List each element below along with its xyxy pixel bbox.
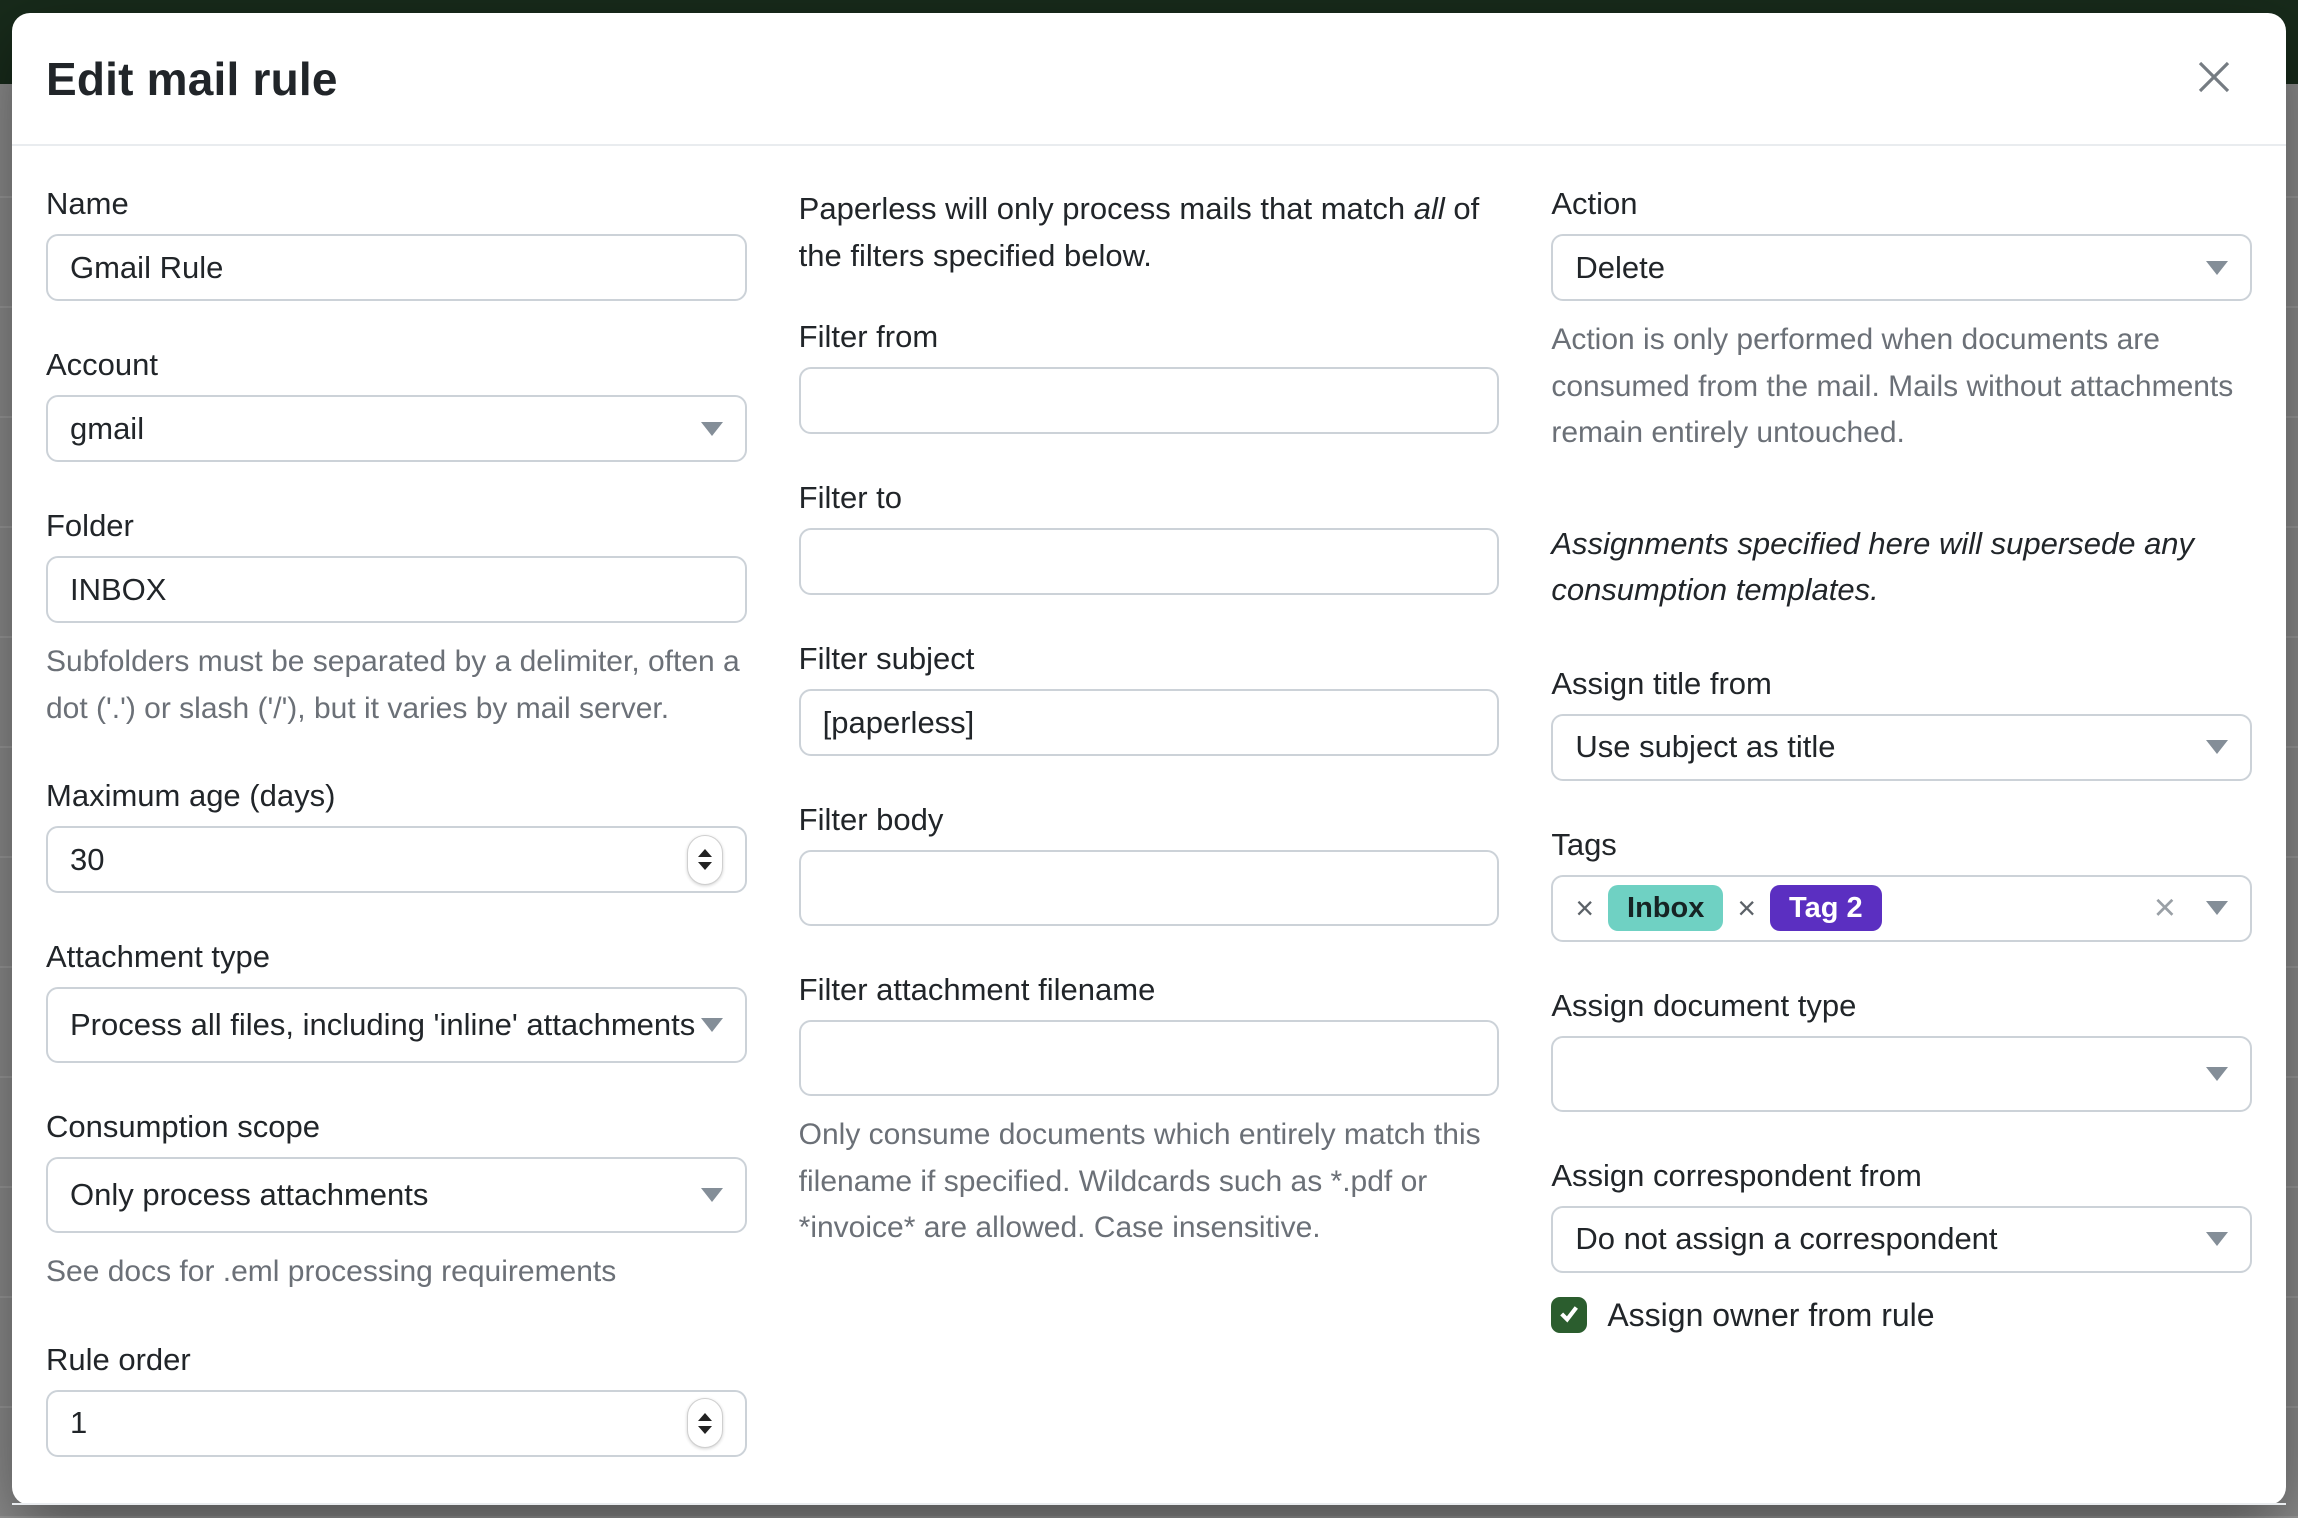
stepper-down-icon [698,862,712,870]
max-age-input[interactable]: 30 [46,826,747,893]
chevron-down-icon [701,1188,723,1202]
chevron-down-icon [2206,261,2228,275]
filter-filename-label: Filter attachment filename [799,972,1500,1008]
tag-chip-inbox: Inbox [1608,885,1723,931]
filter-filename-input[interactable] [799,1020,1500,1096]
filter-body-input[interactable] [799,850,1500,926]
assign-title-value: Use subject as title [1575,729,1835,765]
column-actions: Action Delete Action is only performed w… [1551,186,2252,1503]
filter-from-label: Filter from [799,319,1500,355]
dialog-header: Edit mail rule [12,13,2286,146]
rule-order-value: 1 [70,1405,87,1441]
consumption-scope-value: Only process attachments [70,1177,428,1213]
checkmark-icon [1558,1302,1580,1329]
dialog-title: Edit mail rule [46,52,338,106]
filter-from-input[interactable] [799,367,1500,434]
attachment-type-select[interactable]: Process all files, including 'inline' at… [46,987,747,1063]
filter-to-label: Filter to [799,480,1500,516]
column-general: Name Gmail Rule Account gmail Folder I [46,186,747,1503]
chevron-down-icon [2206,901,2228,915]
chevron-down-icon [2206,740,2228,754]
column-filters: Paperless will only process mails that m… [799,186,1500,1503]
tag-remove-icon[interactable]: × [1575,892,1594,924]
consumption-scope-label: Consumption scope [46,1109,747,1145]
name-value: Gmail Rule [70,250,223,286]
assign-doc-type-select[interactable] [1551,1036,2252,1112]
assign-correspondent-value: Do not assign a correspondent [1575,1221,1997,1257]
clear-all-icon[interactable]: × [2154,889,2176,927]
assign-correspondent-select[interactable]: Do not assign a correspondent [1551,1206,2252,1273]
max-age-value: 30 [70,842,104,878]
filter-subject-label: Filter subject [799,641,1500,677]
tags-label: Tags [1551,827,2252,863]
filter-filename-help: Only consume documents which entirely ma… [799,1112,1500,1252]
assign-doc-type-label: Assign document type [1551,988,2252,1024]
action-help: Action is only performed when documents … [1551,317,2252,457]
number-stepper[interactable] [687,1398,723,1448]
action-value: Delete [1575,250,1665,286]
filter-body-label: Filter body [799,802,1500,838]
dialog-body: Name Gmail Rule Account gmail Folder I [12,146,2286,1503]
assign-owner-label: Assign owner from rule [1607,1297,1934,1334]
tag-remove-icon[interactable]: × [1737,892,1756,924]
assign-correspondent-label: Assign correspondent from [1551,1158,2252,1194]
action-label: Action [1551,186,2252,222]
tags-multiselect[interactable]: × Inbox × Tag 2 × [1551,875,2252,942]
account-select[interactable]: gmail [46,395,747,462]
dialog-footer: Cancel Save [12,1503,2286,1518]
account-value: gmail [70,411,144,447]
consumption-scope-select[interactable]: Only process attachments [46,1157,747,1233]
chevron-down-icon [701,1018,723,1032]
filter-to-input[interactable] [799,528,1500,595]
stepper-up-icon [698,1413,712,1421]
close-icon [2194,57,2234,100]
folder-label: Folder [46,508,747,544]
edit-mail-rule-dialog: Edit mail rule Name Gmail Rule Account [12,13,2286,1505]
page-backdrop: Edit mail rule Name Gmail Rule Account [0,0,2298,1518]
chevron-down-icon [2206,1232,2228,1246]
rule-order-input[interactable]: 1 [46,1390,747,1457]
attachment-type-value: Process all files, including 'inline' at… [70,1007,695,1043]
action-select[interactable]: Delete [1551,234,2252,301]
assign-owner-row: Assign owner from rule [1551,1297,2252,1334]
rule-order-label: Rule order [46,1342,747,1378]
name-input[interactable]: Gmail Rule [46,234,747,301]
folder-help: Subfolders must be separated by a delimi… [46,639,747,732]
assign-owner-checkbox[interactable] [1551,1297,1587,1333]
assign-title-label: Assign title from [1551,666,2252,702]
chevron-down-icon [2206,1067,2228,1081]
number-stepper[interactable] [687,835,723,885]
attachment-type-label: Attachment type [46,939,747,975]
assignments-note: Assignments specified here will supersed… [1551,521,2252,614]
max-age-label: Maximum age (days) [46,778,747,814]
filter-subject-input[interactable]: [paperless] [799,689,1500,756]
assign-title-select[interactable]: Use subject as title [1551,714,2252,781]
folder-value: INBOX [70,572,166,608]
stepper-up-icon [698,849,712,857]
name-label: Name [46,186,747,222]
chevron-down-icon [701,422,723,436]
tag-chip-tag2: Tag 2 [1770,885,1882,931]
stepper-down-icon [698,1426,712,1434]
close-button[interactable] [2186,51,2242,107]
filters-intro: Paperless will only process mails that m… [799,186,1500,279]
consumption-scope-help: See docs for .eml processing requirement… [46,1249,747,1296]
account-label: Account [46,347,747,383]
folder-input[interactable]: INBOX [46,556,747,623]
